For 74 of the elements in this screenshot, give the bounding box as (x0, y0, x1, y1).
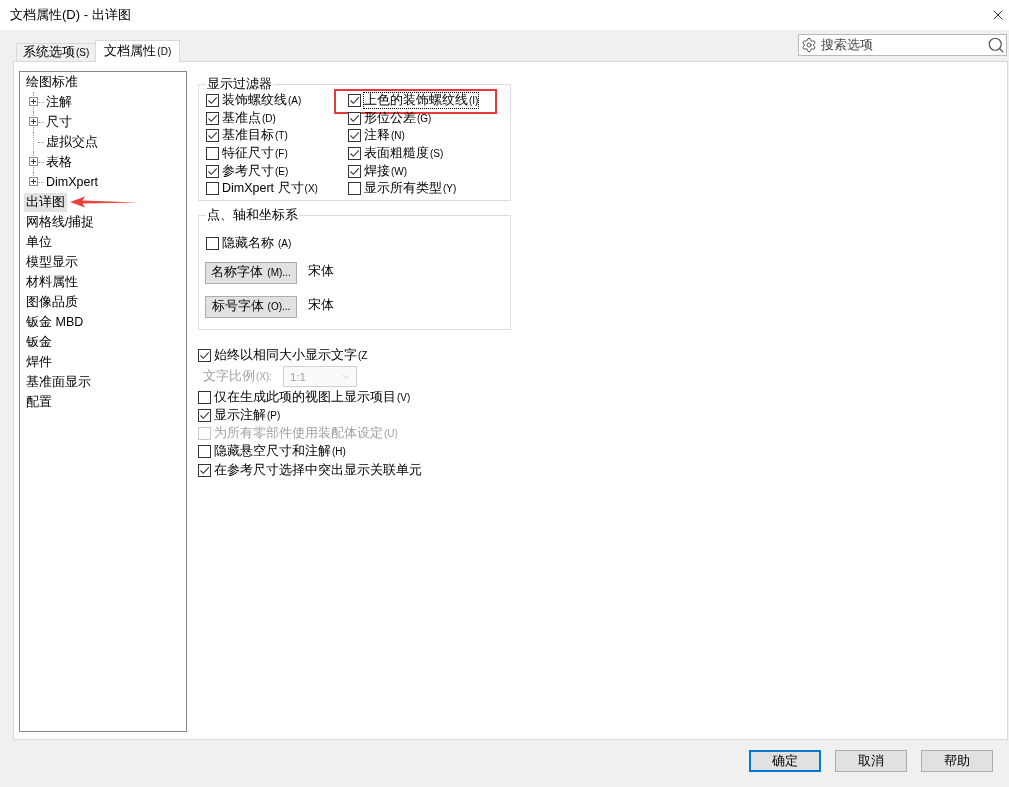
checkbox[interactable] (206, 147, 219, 161)
checkbox[interactable] (348, 147, 361, 161)
checkbox[interactable] (198, 349, 211, 363)
tree-item[interactable]: 注解 (44, 92, 74, 112)
checkbox[interactable] (348, 111, 361, 125)
font-value: 宋体 (308, 262, 334, 280)
tree-item[interactable]: 绘图标准 (24, 72, 80, 92)
checkbox[interactable] (198, 390, 211, 404)
checkbox-label: DimXpert 尺寸(X) (222, 181, 318, 197)
checkbox[interactable] (206, 237, 219, 251)
field-label: 文字比例(X): (203, 368, 274, 386)
tab[interactable]: 系统选项(S) (16, 43, 97, 61)
tree-item[interactable]: 出详图 (24, 192, 67, 212)
tree-item[interactable]: 模型显示 (24, 252, 80, 272)
settings-icon[interactable] (801, 37, 817, 53)
tree-item[interactable]: 图像品质 (24, 292, 80, 312)
search-icon[interactable] (987, 36, 1005, 54)
tree-item[interactable]: 网格线/捕捉 (24, 212, 97, 232)
checkbox-label: 特征尺寸(F) (222, 146, 288, 162)
checkbox[interactable] (198, 463, 211, 477)
checkbox[interactable] (348, 164, 361, 178)
expand-icon[interactable] (29, 177, 38, 186)
font-button[interactable]: 名称字体 (M)... (205, 261, 297, 284)
tree-item[interactable]: 钣金 MBD (24, 312, 86, 332)
checkbox-label: 装饰螺纹线(A) (222, 93, 302, 109)
tree-item[interactable]: 虚拟交点 (44, 132, 100, 152)
dialog-button[interactable]: 确定 (749, 750, 821, 772)
expand-icon[interactable] (29, 157, 38, 166)
font-value: 宋体 (308, 296, 334, 314)
checkbox[interactable] (206, 164, 219, 178)
window-title: 文档属性(D) - 出详图 (10, 6, 131, 24)
checkbox[interactable] (348, 94, 361, 108)
checkbox[interactable] (348, 182, 361, 196)
tree-item[interactable]: 单位 (24, 232, 54, 252)
checkbox[interactable] (348, 129, 361, 143)
tree-item[interactable]: 钣金 (24, 332, 54, 352)
dialog-button[interactable]: 取消 (835, 750, 907, 772)
checkbox[interactable] (198, 445, 211, 459)
checkbox-label: 焊接(W) (364, 163, 408, 179)
tree-item[interactable]: 尺寸 (44, 112, 74, 132)
checkbox-label: 在参考尺寸选择中突出显示关联单元 (214, 463, 422, 478)
tree-item[interactable]: 基准面显示 (24, 372, 93, 392)
checkbox-label: 始终以相同大小显示文字(Z (214, 348, 368, 364)
tree-item[interactable]: 配置 (24, 392, 54, 412)
checkbox-label: 上色的装饰螺纹线(I) (364, 93, 479, 109)
group-title: 显示过滤器 (206, 77, 273, 92)
checkbox[interactable] (198, 409, 211, 423)
checkbox-label: 形位公差(G) (364, 110, 432, 126)
group-title: 点、轴和坐标系 (206, 207, 299, 223)
checkbox-label: 参考尺寸(E) (222, 163, 289, 179)
checkbox-label: 为所有零部件使用装配体设定(U) (214, 426, 398, 442)
tree-item[interactable]: 材料属性 (24, 272, 80, 292)
search-field[interactable]: 搜索选项 (798, 34, 1007, 56)
checkbox-label: 隐藏名称 (A) (222, 236, 292, 252)
checkbox-label: 显示注解(P) (214, 408, 281, 424)
checkbox-label: 隐藏悬空尺寸和注解(H) (214, 444, 346, 460)
checkbox-label: 仅在生成此项的视图上显示项目(V) (214, 389, 411, 405)
tab[interactable]: 文档属性(D) (95, 40, 181, 62)
checkbox[interactable] (206, 182, 219, 196)
checkbox-label: 表面粗糙度(S) (364, 146, 444, 162)
checkbox[interactable] (206, 111, 219, 125)
expand-icon[interactable] (29, 97, 38, 106)
tree-item[interactable]: DimXpert (44, 174, 101, 190)
tree-item[interactable]: 表格 (44, 152, 74, 172)
dialog-button[interactable]: 帮助 (921, 750, 993, 772)
checkbox-label: 基准目标(T) (222, 128, 288, 144)
checkbox-label: 基准点(D) (222, 110, 276, 126)
font-button[interactable]: 标号字体 (O)... (205, 295, 297, 318)
checkbox[interactable] (206, 94, 219, 108)
checkbox[interactable] (206, 129, 219, 143)
tree-item[interactable]: 焊件 (24, 352, 54, 372)
checkbox-label: 显示所有类型(Y) (364, 181, 457, 197)
checkbox-label: 注释(N) (364, 128, 405, 144)
expand-icon[interactable] (29, 117, 38, 126)
